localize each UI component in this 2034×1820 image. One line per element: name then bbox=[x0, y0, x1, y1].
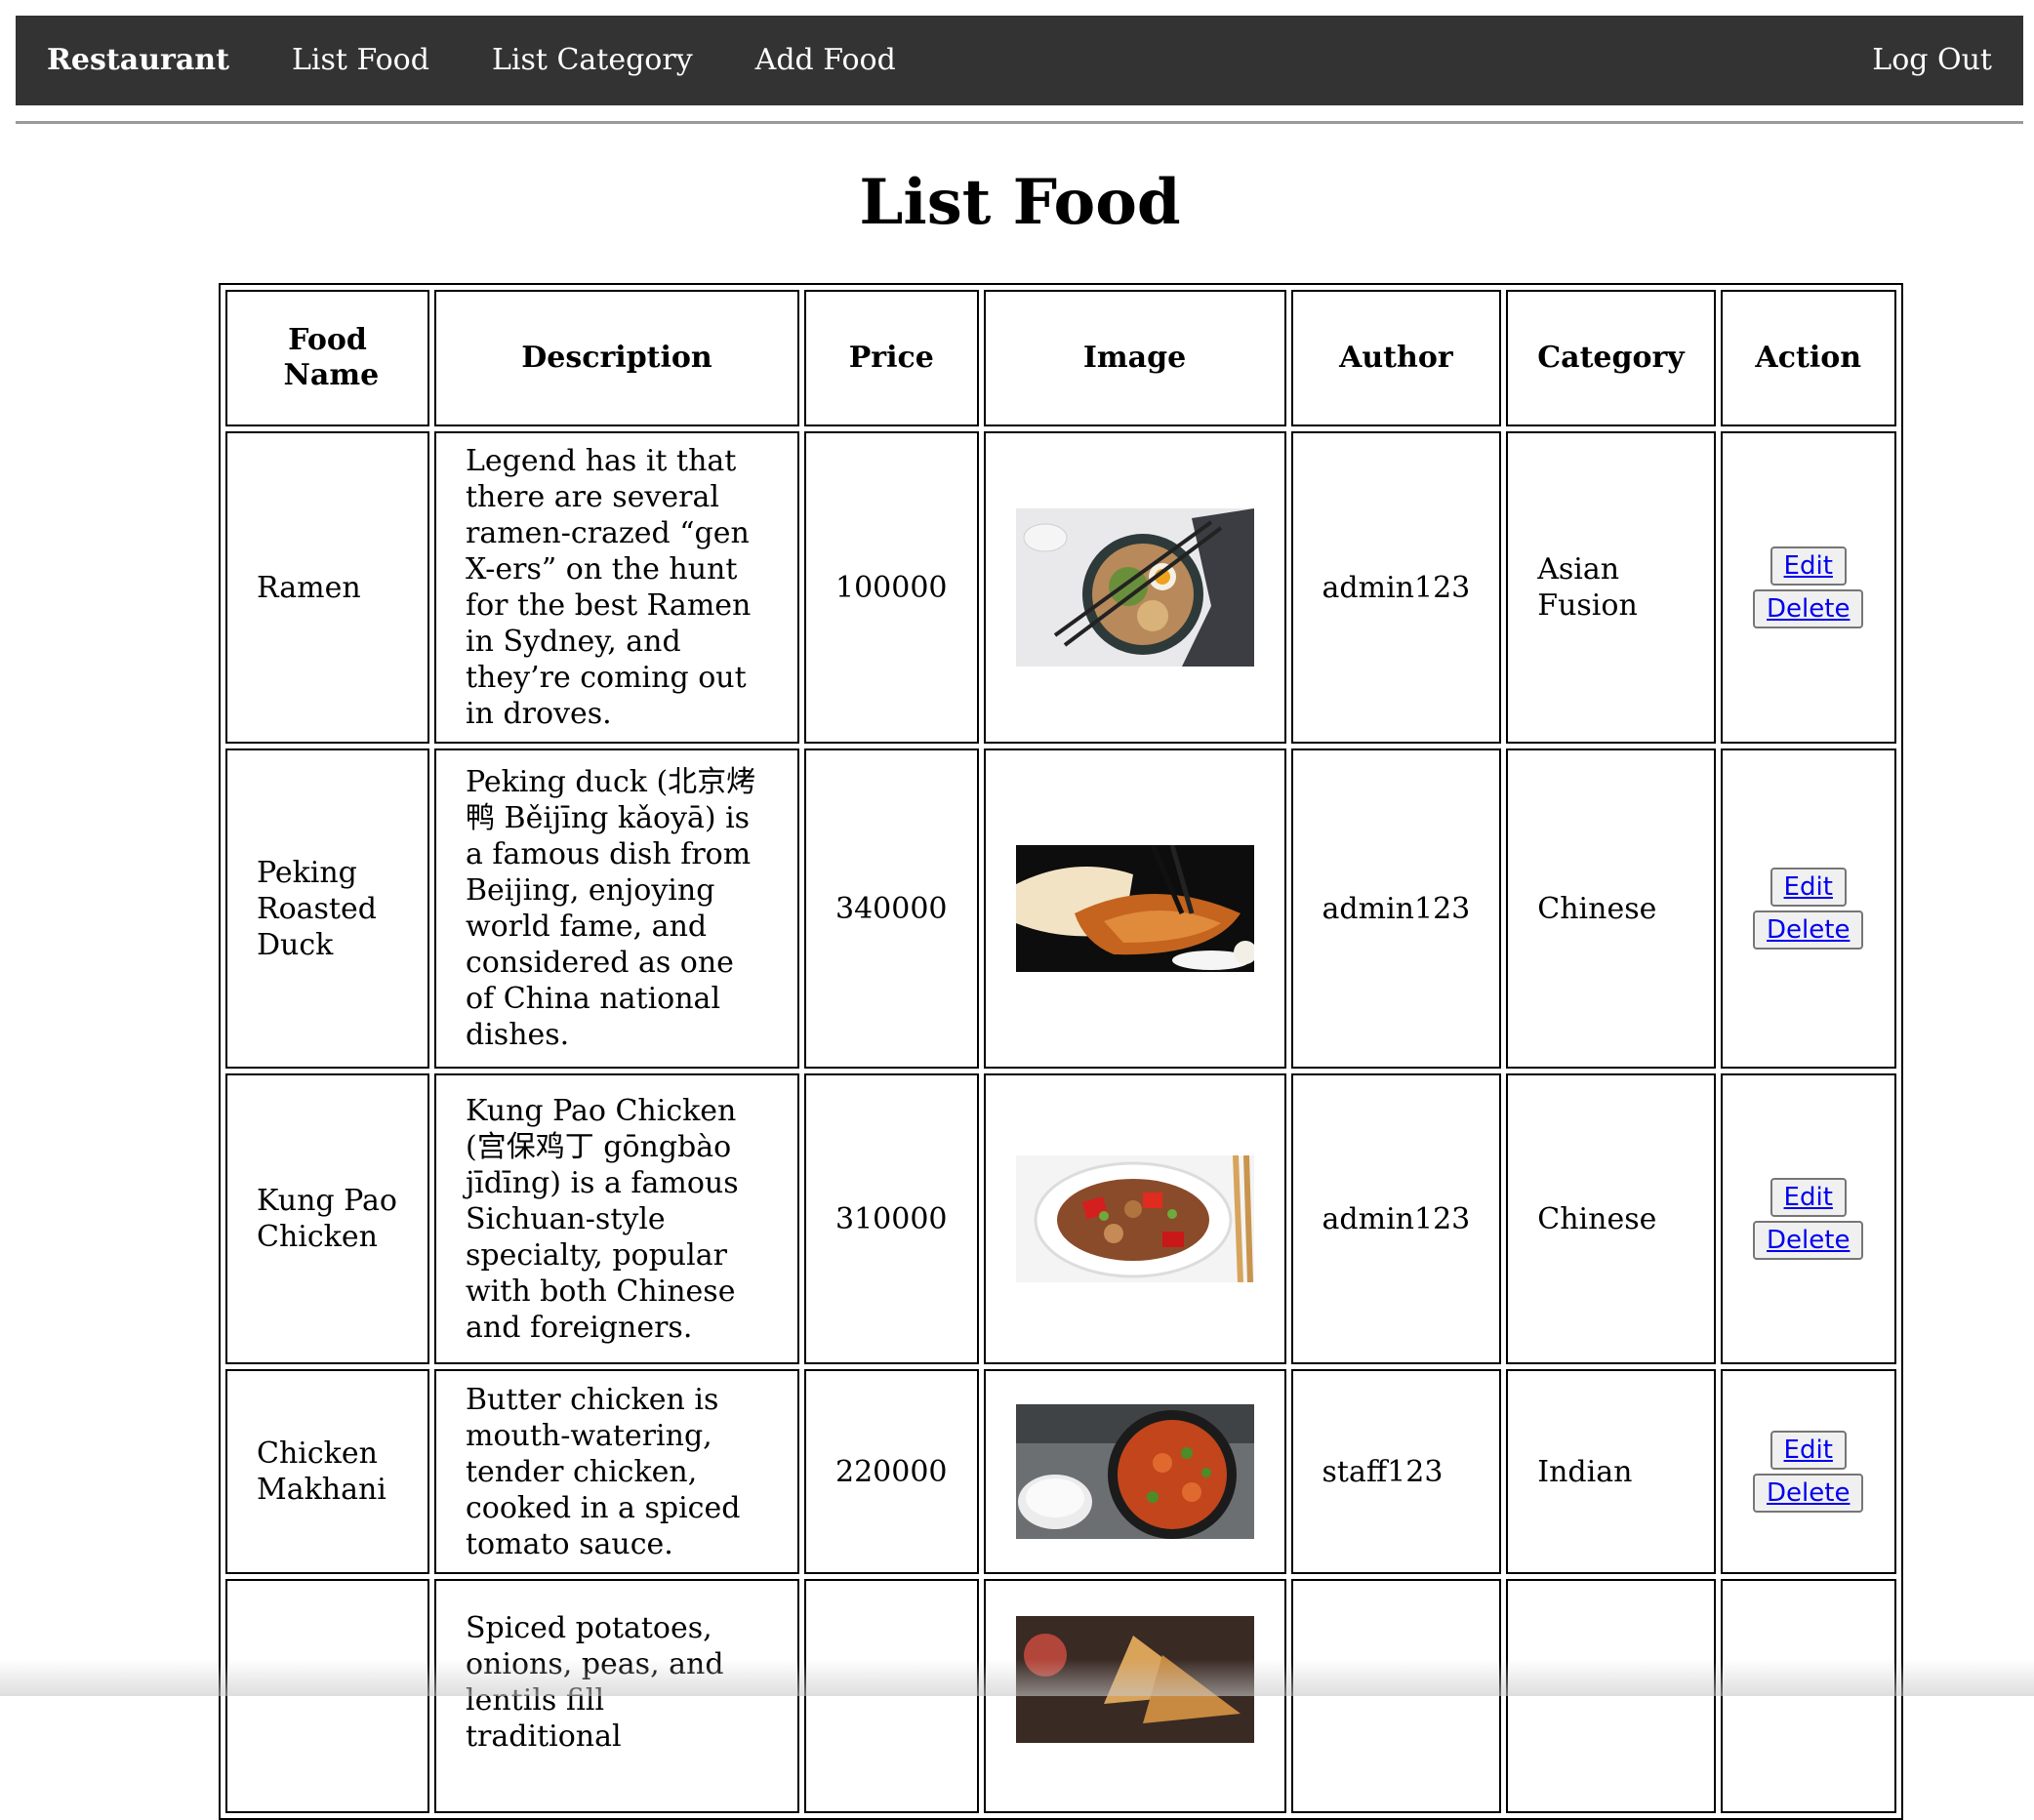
cell-category: Indian bbox=[1506, 1369, 1716, 1574]
cell-food-name: Peking Roasted Duck bbox=[225, 748, 429, 1069]
table-row: Chicken Makhani Butter chicken is mouth-… bbox=[225, 1369, 1896, 1574]
cell-action: Edit Delete bbox=[1720, 1073, 1896, 1364]
cell-category: Asian Fusion bbox=[1506, 431, 1716, 744]
cell-description: Spiced potatoes, onions, peas, and lenti… bbox=[434, 1579, 799, 1813]
edit-button[interactable]: Edit bbox=[1770, 868, 1847, 907]
edit-button[interactable]: Edit bbox=[1770, 1431, 1847, 1470]
cell-image bbox=[983, 1073, 1286, 1364]
cell-food-name bbox=[225, 1579, 429, 1813]
nav-link-add-food[interactable]: Add Food bbox=[724, 16, 927, 105]
cell-image bbox=[983, 1369, 1286, 1574]
action-buttons: Edit Delete bbox=[1723, 1429, 1894, 1515]
column-header-category: Category bbox=[1506, 290, 1716, 426]
kung-pao-photo bbox=[1015, 1155, 1254, 1282]
cell-author: admin123 bbox=[1290, 748, 1502, 1069]
cell-action: Edit Delete bbox=[1720, 1369, 1896, 1574]
cell-food-name: Chicken Makhani bbox=[225, 1369, 429, 1574]
nav-link-list-food[interactable]: List Food bbox=[261, 16, 461, 105]
nav-link-list-category[interactable]: List Category bbox=[461, 16, 724, 105]
cell-price: 310000 bbox=[804, 1073, 979, 1364]
cell-action: Edit Delete bbox=[1720, 748, 1896, 1069]
window-bottom-shadow bbox=[0, 1659, 2034, 1696]
cell-food-name: Ramen bbox=[225, 431, 429, 744]
header-divider bbox=[16, 121, 2023, 124]
cell-price: 100000 bbox=[804, 431, 979, 744]
column-header-action: Action bbox=[1720, 290, 1896, 426]
column-header-description: Description bbox=[434, 290, 799, 426]
action-buttons: Edit Delete bbox=[1723, 866, 1894, 951]
delete-button[interactable]: Delete bbox=[1753, 910, 1864, 950]
column-header-price: Price bbox=[804, 290, 979, 426]
cell-description: Legend has it that there are several ram… bbox=[434, 431, 799, 744]
column-header-author: Author bbox=[1290, 290, 1502, 426]
cell-description: Butter chicken is mouth-watering, tender… bbox=[434, 1369, 799, 1574]
cell-category bbox=[1506, 1579, 1716, 1813]
cell-price: 340000 bbox=[804, 748, 979, 1069]
delete-button[interactable]: Delete bbox=[1753, 1221, 1864, 1260]
cell-action bbox=[1720, 1579, 1896, 1813]
nav-logout-link[interactable]: Log Out bbox=[1841, 16, 2023, 105]
column-header-food-name: Food Name bbox=[225, 290, 429, 426]
edit-button[interactable]: Edit bbox=[1770, 546, 1847, 586]
cell-price: 220000 bbox=[804, 1369, 979, 1574]
ramen-photo bbox=[1015, 508, 1254, 667]
food-table: Food Name Description Price Image Author… bbox=[219, 283, 1903, 1820]
cell-description: Peking duck (北京烤鸭 Běijīng kǎoyā) is a fa… bbox=[434, 748, 799, 1069]
cell-category: Chinese bbox=[1506, 748, 1716, 1069]
peking-duck-photo bbox=[1015, 845, 1254, 972]
cell-image bbox=[983, 748, 1286, 1069]
cell-action: Edit Delete bbox=[1720, 431, 1896, 744]
butter-chicken-photo bbox=[1015, 1404, 1254, 1539]
cell-author bbox=[1290, 1579, 1502, 1813]
table-row: Peking Roasted Duck Peking duck (北京烤鸭 Bě… bbox=[225, 748, 1896, 1069]
cell-price bbox=[804, 1579, 979, 1813]
action-buttons: Edit Delete bbox=[1723, 545, 1894, 630]
edit-button[interactable]: Edit bbox=[1770, 1178, 1847, 1217]
page-title: List Food bbox=[859, 166, 1181, 239]
table-row: Kung Pao Chicken Kung Pao Chicken (宫保鸡丁 … bbox=[225, 1073, 1896, 1364]
delete-button[interactable]: Delete bbox=[1753, 589, 1864, 628]
cell-category: Chinese bbox=[1506, 1073, 1716, 1364]
top-navbar: Restaurant List Food List Category Add F… bbox=[16, 16, 2023, 105]
cell-author: admin123 bbox=[1290, 1073, 1502, 1364]
cell-image bbox=[983, 431, 1286, 744]
cell-author: admin123 bbox=[1290, 431, 1502, 744]
cell-description: Kung Pao Chicken (宫保鸡丁 gōngbào jīdīng) i… bbox=[434, 1073, 799, 1364]
table-header-row: Food Name Description Price Image Author… bbox=[225, 290, 1896, 426]
nav-brand-restaurant[interactable]: Restaurant bbox=[16, 16, 261, 105]
cell-author: staff123 bbox=[1290, 1369, 1502, 1574]
cell-image bbox=[983, 1579, 1286, 1813]
action-buttons: Edit Delete bbox=[1723, 1176, 1894, 1262]
delete-button[interactable]: Delete bbox=[1753, 1474, 1864, 1513]
table-row: Spiced potatoes, onions, peas, and lenti… bbox=[225, 1579, 1896, 1813]
column-header-food-name-label: Food Name bbox=[283, 323, 380, 392]
cell-food-name: Kung Pao Chicken bbox=[225, 1073, 429, 1364]
table-row: Ramen Legend has it that there are sever… bbox=[225, 431, 1896, 744]
column-header-image: Image bbox=[983, 290, 1286, 426]
